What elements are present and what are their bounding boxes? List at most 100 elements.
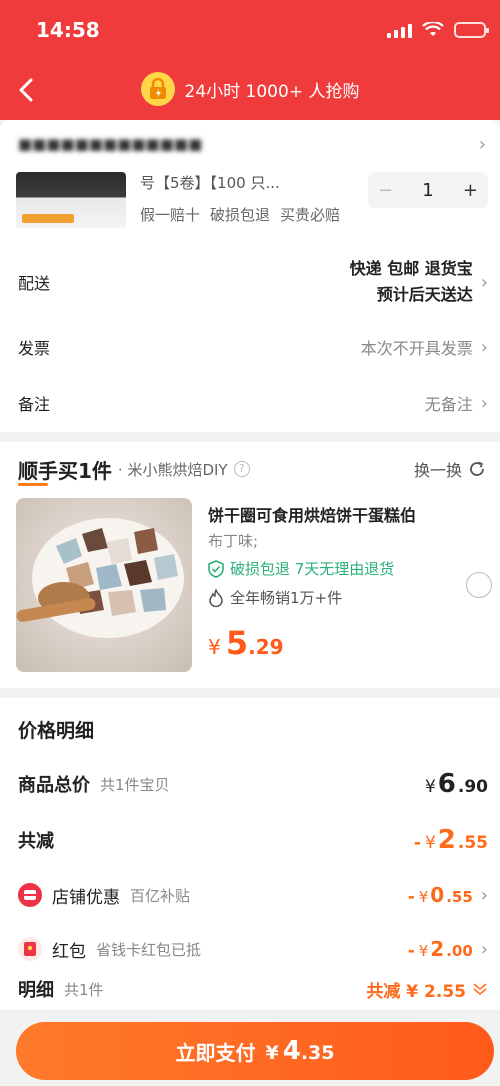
detail-label: 明细 [18, 980, 54, 1001]
product-name: 号【5卷】【100 只... [140, 174, 280, 192]
shop-coupon-integer: 0 [430, 883, 445, 907]
order-card: ■■■■■■■■■■■■■ › 号【5卷】【100 只... 假一赔十 破损包退… [0, 120, 500, 432]
combo-title: 顺手买1件 [18, 455, 112, 486]
pay-label: 立即支付 [175, 1040, 256, 1065]
flame-icon [209, 588, 223, 607]
shop-name: ■■■■■■■■■■■■■ [18, 135, 203, 153]
decrease-button[interactable]: − [378, 180, 393, 201]
delivery-row[interactable]: 配送 快递 包邮 退货宝 预计后天送达 › [18, 252, 488, 312]
combo-guarantee: 破损包退 7天无理由退货 [208, 558, 394, 579]
tag-price-guarantee: 买贵必赔 [280, 206, 341, 224]
remark-value: 无备注 [424, 395, 473, 414]
delivery-label: 配送 [18, 274, 51, 293]
reduce-row: 共减 - ¥ 2.55 [18, 822, 488, 858]
red-packet-icon [18, 937, 42, 961]
help-icon[interactable]: ? [233, 461, 250, 477]
combo-guarantee-text: 破损包退 7天无理由退货 [230, 560, 395, 578]
detail-total-text: 共减 ¥ 2.55 [366, 981, 466, 1002]
red-packet-amount: - ¥ 2.00 [408, 937, 473, 961]
combo-select-radio[interactable] [466, 572, 492, 598]
wifi-icon [422, 22, 444, 36]
chevron-right-icon: › [480, 938, 488, 960]
combo-product-name: 饼干圈可食用烘焙饼干蛋糕伯 [208, 506, 417, 525]
tag-fake-compensation: 假一赔十 [140, 206, 201, 224]
reduce-integer: 2 [437, 825, 456, 855]
shop-coupon-label: 店铺优惠 [52, 887, 120, 908]
reduce-currency: ¥ [424, 833, 436, 853]
combo-shop: · 米小熊烘焙DIY [117, 460, 228, 479]
total-amount: ¥ 6.90 [425, 769, 488, 799]
shield-check-icon [208, 559, 224, 578]
chevron-right-icon: › [480, 392, 488, 414]
quantity-value[interactable]: 1 [422, 180, 433, 201]
chevron-right-icon: › [480, 884, 488, 906]
shop-coupon-sign: - [407, 887, 415, 907]
increase-button[interactable]: + [463, 180, 478, 201]
product-tags: 假一赔十 破损包退 买贵必赔 [140, 204, 340, 225]
detail-total: 共减 ¥ 2.55 [366, 977, 488, 1002]
detail-count: 共1件 [64, 980, 104, 999]
invoice-value: 本次不开具发票 [360, 339, 473, 358]
delivery-method: 快递 包邮 退货宝 [349, 259, 473, 278]
pay-now-button[interactable]: 立即支付 ¥ 4.35 [16, 1022, 494, 1080]
nav-title: 24小时 1000+ 人抢购 [0, 72, 500, 106]
combo-price-currency: ¥ [208, 635, 221, 659]
reduce-decimal: .55 [457, 833, 488, 853]
nav-title-text: 24小时 1000+ 人抢购 [184, 81, 360, 102]
combo-header: 顺手买1件 · 米小熊烘焙DIY ? 换一换 [18, 454, 486, 486]
combo-card: 顺手买1件 · 米小熊烘焙DIY ? 换一换 饼干圈可食用烘焙饼干蛋糕伯 布丁味… [0, 442, 500, 688]
invoice-label: 发票 [18, 339, 51, 358]
shop-coupon-row[interactable]: 店铺优惠 百亿补贴 - ¥ 0.55 › [18, 878, 488, 912]
swap-button[interactable]: 换一换 [414, 457, 486, 481]
chevron-right-icon: › [480, 271, 488, 293]
total-decimal: .90 [457, 777, 488, 797]
pay-amount: ¥ 4.35 [266, 1036, 335, 1066]
status-time: 14:58 [36, 18, 100, 42]
combo-sales: 全年畅销1万+件 [208, 587, 342, 608]
combo-product-variant: 布丁味; [208, 532, 259, 550]
chevron-right-icon: › [478, 133, 486, 155]
red-packet-row[interactable]: 红包 省钱卡红包已抵 - ¥ 2.00 › [18, 932, 488, 966]
invoice-row[interactable]: 发票 本次不开具发票 › [18, 332, 488, 362]
signal-icon [387, 22, 412, 38]
reduce-amount: - ¥ 2.55 [414, 825, 488, 855]
combo-product-image[interactable] [16, 498, 192, 672]
pay-decimal: .35 [300, 1042, 335, 1064]
delivery-estimate: 预计后天送达 [376, 285, 473, 304]
total-currency: ¥ [424, 777, 436, 797]
combo-price-decimal: .29 [248, 635, 284, 659]
shop-coupon-sub: 百亿补贴 [130, 886, 191, 905]
red-packet-label: 红包 [52, 941, 86, 962]
price-detail-title: 价格明细 [18, 720, 95, 742]
nav-bar: 24小时 1000+ 人抢购 [0, 60, 500, 120]
refresh-icon [470, 461, 484, 476]
red-packet-decimal: .00 [446, 942, 473, 960]
total-label: 商品总价 [18, 775, 90, 796]
combo-price: ¥ 5.29 [208, 624, 284, 662]
battery-icon [454, 22, 489, 38]
total-integer: 6 [437, 769, 456, 799]
chevron-down-double-icon [473, 983, 487, 996]
total-count: 共1件宝贝 [100, 775, 170, 794]
red-packet-sign: - [407, 941, 415, 961]
pay-currency: ¥ [265, 1042, 279, 1064]
red-packet-integer: 2 [430, 937, 445, 961]
status-icons [387, 22, 489, 38]
product-thumbnail[interactable] [16, 172, 126, 228]
lock-icon [140, 72, 175, 106]
swap-label: 换一换 [413, 461, 462, 480]
red-packet-currency: ¥ [418, 942, 429, 960]
shop-row[interactable]: ■■■■■■■■■■■■■ › [18, 130, 486, 158]
status-bar: 14:58 [0, 0, 500, 60]
tag-damage-refund: 破损包退 [210, 206, 271, 224]
total-row: 商品总价 共1件宝贝 ¥ 6.90 [18, 766, 488, 802]
price-detail-card: 价格明细 商品总价 共1件宝贝 ¥ 6.90 共减 - ¥ 2.55 店铺优惠 … [0, 698, 500, 1010]
shop-coupon-amount: - ¥ 0.55 [408, 883, 473, 907]
remark-label: 备注 [18, 395, 51, 414]
pay-integer: 4 [282, 1036, 301, 1066]
detail-row[interactable]: 明细 共1件 共减 ¥ 2.55 [18, 974, 488, 1004]
coupon-icon [18, 883, 42, 907]
shop-coupon-currency: ¥ [418, 888, 429, 906]
shop-coupon-decimal: .55 [446, 888, 473, 906]
remark-row[interactable]: 备注 无备注 › [18, 388, 488, 418]
